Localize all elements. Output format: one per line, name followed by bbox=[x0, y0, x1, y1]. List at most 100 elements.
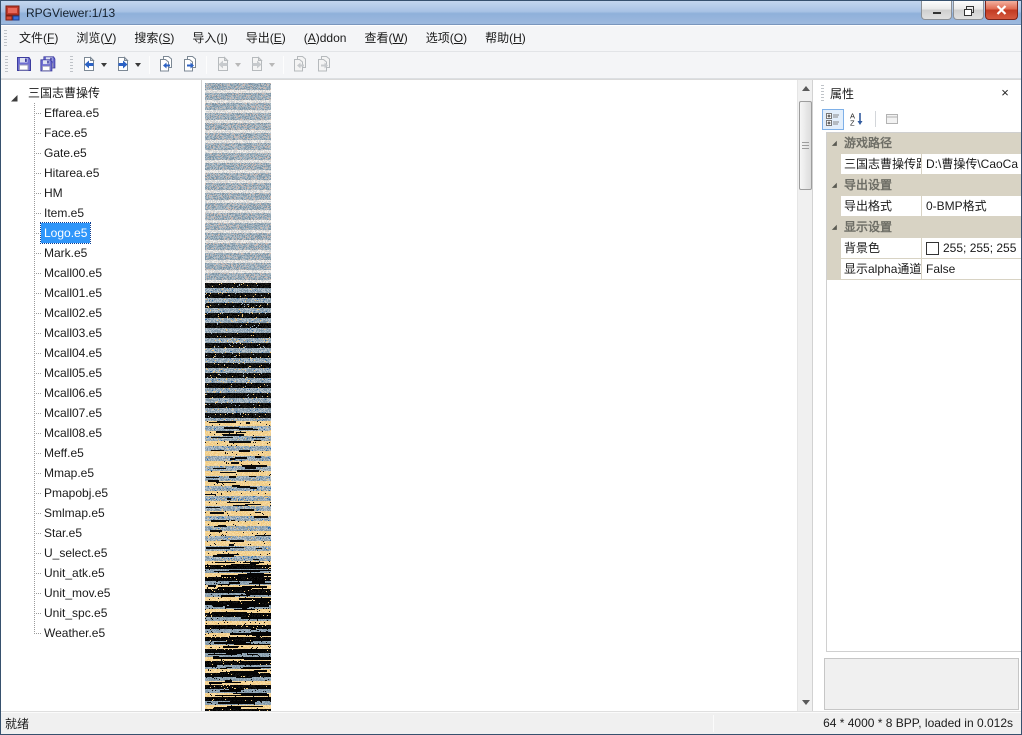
title-bar: RPGViewer:1/13 bbox=[1, 1, 1021, 25]
tree-root-label: 三国志曹操传 bbox=[25, 83, 103, 103]
import-button-dropdown-icon[interactable] bbox=[101, 63, 107, 67]
tree-item-mcall07-e5[interactable]: Mcall07.e5 bbox=[1, 403, 201, 423]
import-button[interactable] bbox=[77, 53, 111, 77]
properties-panel: 属性 × A Z bbox=[812, 80, 1021, 711]
property-value[interactable]: D:\曹操传\CaoCa bbox=[922, 154, 1021, 175]
tree-item-mcall01-e5[interactable]: Mcall01.e5 bbox=[1, 283, 201, 303]
scroll-down-button[interactable] bbox=[798, 694, 812, 711]
tree-stub-line bbox=[34, 393, 41, 394]
property-name[interactable]: 三国志曹操传路径 bbox=[841, 154, 922, 175]
tree-item-mark-e5[interactable]: Mark.e5 bbox=[1, 243, 201, 263]
tree-item-label: Mcall00.e5 bbox=[41, 263, 105, 283]
tree-item-smlmap-e5[interactable]: Smlmap.e5 bbox=[1, 503, 201, 523]
save-group-grip bbox=[5, 56, 8, 74]
tree-item-item-e5[interactable]: Item.e5 bbox=[1, 203, 201, 223]
tree-item-mcall05-e5[interactable]: Mcall05.e5 bbox=[1, 363, 201, 383]
save-all-button[interactable] bbox=[36, 53, 60, 77]
tree-item-weather-e5[interactable]: Weather.e5 bbox=[1, 623, 201, 643]
tree-item-face-e5[interactable]: Face.e5 bbox=[1, 123, 201, 143]
row-margin bbox=[827, 259, 841, 280]
close-button[interactable] bbox=[985, 1, 1018, 20]
tree-item-meff-e5[interactable]: Meff.e5 bbox=[1, 443, 201, 463]
tree-item-star-e5[interactable]: Star.e5 bbox=[1, 523, 201, 543]
export-icon bbox=[249, 56, 265, 75]
menu-browse[interactable]: 浏览(V) bbox=[67, 26, 125, 51]
categorized-view-button[interactable] bbox=[822, 109, 844, 130]
tree-item-effarea-e5[interactable]: Effarea.e5 bbox=[1, 103, 201, 123]
export-all-button[interactable] bbox=[178, 53, 202, 77]
tree-item-mmap-e5[interactable]: Mmap.e5 bbox=[1, 463, 201, 483]
import-all-button[interactable] bbox=[154, 53, 178, 77]
category-collapse-icon[interactable] bbox=[827, 217, 841, 238]
import-icon bbox=[81, 56, 97, 75]
menu-help[interactable]: 帮助(H) bbox=[476, 26, 535, 51]
alphabetical-sort-button[interactable]: A Z bbox=[846, 109, 868, 130]
save-all-icon bbox=[40, 56, 56, 75]
tree-item-mcall02-e5[interactable]: Mcall02.e5 bbox=[1, 303, 201, 323]
category-label: 显示设置 bbox=[841, 217, 1021, 238]
tree-item-mcall00-e5[interactable]: Mcall00.e5 bbox=[1, 263, 201, 283]
property-value[interactable]: 255; 255; 255 bbox=[922, 238, 1021, 259]
tree-item-mcall04-e5[interactable]: Mcall04.e5 bbox=[1, 343, 201, 363]
export-button-dropdown-icon[interactable] bbox=[135, 63, 141, 67]
tree-item-label: Effarea.e5 bbox=[41, 103, 102, 123]
menu-export[interactable]: 导出(E) bbox=[237, 26, 295, 51]
tree-item-pmapobj-e5[interactable]: Pmapobj.e5 bbox=[1, 483, 201, 503]
property-category[interactable]: 游戏路径 bbox=[827, 133, 1021, 154]
app-icon bbox=[5, 5, 21, 21]
category-collapse-icon[interactable] bbox=[827, 175, 841, 196]
tree-item-unit-spc-e5[interactable]: Unit_spc.e5 bbox=[1, 603, 201, 623]
import-all-icon bbox=[158, 56, 174, 75]
tree-item-label: Mark.e5 bbox=[41, 243, 90, 263]
property-name[interactable]: 显示alpha通道 bbox=[841, 259, 922, 280]
property-value-text: 255; 255; 255 bbox=[943, 238, 1016, 258]
tree-item-label: Mcall04.e5 bbox=[41, 343, 105, 363]
tree-item-label: Item.e5 bbox=[41, 203, 87, 223]
export-all-icon bbox=[316, 56, 332, 75]
property-pages-button[interactable] bbox=[881, 109, 903, 130]
tree-item-mcall03-e5[interactable]: Mcall03.e5 bbox=[1, 323, 201, 343]
menu-bar: 文件(F)浏览(V)搜索(S)导入(I)导出(E)(A)ddon查看(W)选项(… bbox=[1, 26, 1021, 52]
menu-view[interactable]: 查看(W) bbox=[355, 26, 416, 51]
property-value[interactable]: False bbox=[922, 259, 1021, 280]
tree-item-logo-e5[interactable]: Logo.e5 bbox=[1, 223, 201, 243]
properties-close-button[interactable]: × bbox=[997, 84, 1013, 100]
tree-item-hitarea-e5[interactable]: Hitarea.e5 bbox=[1, 163, 201, 183]
tree-stub-line bbox=[34, 253, 41, 254]
property-name[interactable]: 背景色 bbox=[841, 238, 922, 259]
property-name[interactable]: 导出格式 bbox=[841, 196, 922, 217]
file-tree-panel: 三国志曹操传 Effarea.e5Face.e5Gate.e5Hitarea.e… bbox=[1, 80, 202, 711]
scrollbar-thumb[interactable] bbox=[799, 101, 812, 190]
menu-import[interactable]: 导入(I) bbox=[183, 26, 236, 51]
menu-search[interactable]: 搜索(S) bbox=[125, 26, 183, 51]
export-button[interactable] bbox=[111, 53, 145, 77]
tree-item-mcall06-e5[interactable]: Mcall06.e5 bbox=[1, 383, 201, 403]
vertical-scrollbar[interactable] bbox=[797, 80, 812, 711]
tree-item-unit-mov-e5[interactable]: Unit_mov.e5 bbox=[1, 583, 201, 603]
tree-item-hm[interactable]: HM bbox=[1, 183, 201, 203]
menu-file[interactable]: 文件(F) bbox=[10, 26, 67, 51]
menu-addon[interactable]: (A)ddon bbox=[295, 26, 356, 51]
tree-stub-line bbox=[34, 233, 41, 234]
tree-stub-line bbox=[34, 453, 41, 454]
import-all-icon bbox=[292, 56, 308, 75]
tree-item-mcall08-e5[interactable]: Mcall08.e5 bbox=[1, 423, 201, 443]
property-category[interactable]: 显示设置 bbox=[827, 217, 1021, 238]
category-collapse-icon[interactable] bbox=[827, 133, 841, 154]
tree-item-unit-atk-e5[interactable]: Unit_atk.e5 bbox=[1, 563, 201, 583]
menu-options[interactable]: 选项(O) bbox=[417, 26, 476, 51]
tree-item-gate-e5[interactable]: Gate.e5 bbox=[1, 143, 201, 163]
save-button[interactable] bbox=[12, 53, 36, 77]
row-margin bbox=[827, 154, 841, 175]
scroll-up-button[interactable] bbox=[798, 80, 812, 97]
restore-button[interactable] bbox=[953, 1, 984, 20]
tree-stub-line bbox=[34, 353, 41, 354]
tree-root-node[interactable]: 三国志曹操传 bbox=[1, 83, 201, 103]
minimize-button[interactable] bbox=[921, 1, 952, 20]
tree-item-label: Unit_spc.e5 bbox=[41, 603, 110, 623]
property-category[interactable]: 导出设置 bbox=[827, 175, 1021, 196]
properties-title: 属性 bbox=[830, 85, 854, 102]
tree-item-u-select-e5[interactable]: U_select.e5 bbox=[1, 543, 201, 563]
property-value-text: D:\曹操传\CaoCa bbox=[926, 154, 1018, 174]
property-value[interactable]: 0-BMP格式 bbox=[922, 196, 1021, 217]
